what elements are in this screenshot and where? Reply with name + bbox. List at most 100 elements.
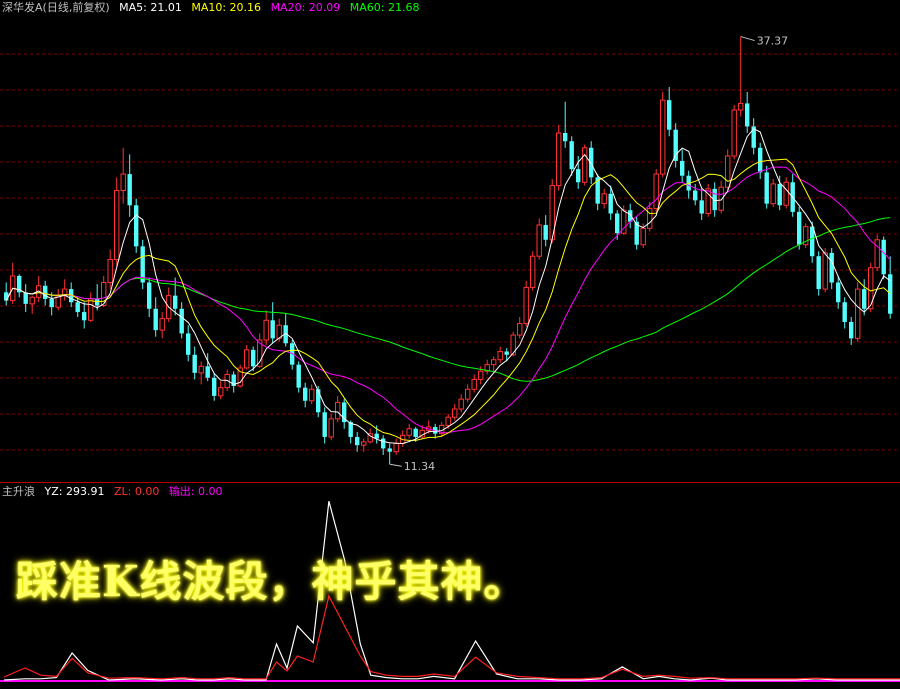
candle-body (816, 256, 821, 290)
candle-body (504, 351, 509, 355)
candle-body (458, 398, 464, 410)
candle-body (406, 428, 412, 436)
candle-body (829, 252, 834, 283)
candle-body (660, 99, 666, 175)
indicator-output: 输出: 0.00 (168, 485, 223, 498)
candle-body (576, 169, 581, 183)
candle-body (855, 288, 861, 339)
candle-body (836, 282, 841, 303)
candle-body (29, 296, 35, 305)
candle-body (523, 286, 529, 325)
candle-body (536, 224, 542, 257)
indicator-header: 主升浪 YZ: 293.91 ZL: 0.00 输出: 0.00 (2, 485, 229, 498)
candle-body (82, 312, 87, 321)
candle-body (127, 174, 132, 206)
candle-body (361, 441, 367, 446)
candle-body (471, 378, 477, 390)
candle-body (770, 183, 776, 205)
candle-body (205, 366, 210, 378)
candle-body (673, 129, 678, 161)
candle-body (134, 205, 139, 247)
candle-body (797, 211, 802, 245)
candle-body (322, 412, 327, 437)
candle-body (725, 155, 731, 188)
candle-body (497, 351, 503, 361)
candle-body (179, 308, 184, 334)
indicator-zl: ZL: 0.00 (113, 485, 160, 498)
candle-body (114, 190, 120, 260)
candle-body (693, 190, 698, 201)
candle-body (452, 408, 458, 418)
candle-body (88, 298, 94, 321)
candle-body (218, 387, 224, 397)
high-label: 37.37 (757, 35, 789, 48)
ma10-line (5, 158, 891, 441)
candle-body (680, 160, 685, 176)
candle-body (731, 109, 737, 157)
candle-body (153, 308, 158, 331)
candle-body (881, 239, 886, 275)
candle-body (107, 259, 113, 283)
candle-body (49, 298, 54, 308)
low-marker-line (389, 463, 402, 467)
high-marker-line (740, 36, 755, 42)
candle-body (640, 227, 646, 246)
candle-body (569, 141, 574, 170)
candle-body (653, 173, 659, 210)
candle-body (316, 389, 321, 413)
caption-overlay: 踩准K线波段，神乎其神。 (16, 557, 527, 606)
candle-body (198, 365, 204, 374)
candle-body (303, 387, 308, 401)
candle-body (212, 377, 217, 396)
ma60-line (5, 217, 891, 382)
candle-body (608, 193, 613, 214)
candle-body (381, 438, 386, 449)
candle-body (387, 448, 392, 452)
candle-body (393, 443, 399, 453)
candle-body (43, 285, 48, 299)
stock-name: 深华发A (2, 1, 43, 14)
candle-body (296, 364, 301, 388)
candle-body (95, 298, 100, 306)
candle-body (738, 102, 744, 111)
candle-body (862, 289, 867, 309)
candle-body (556, 132, 562, 187)
candle-body (328, 418, 334, 438)
candle-body (589, 147, 594, 178)
candle-body (758, 147, 763, 173)
candle-body (270, 320, 275, 339)
candle-body (745, 103, 750, 127)
candle-body (413, 428, 418, 437)
indicator-name: 主升浪 (2, 485, 35, 498)
candle-body (530, 255, 536, 288)
candle-body (75, 302, 80, 313)
candle-body (842, 302, 847, 322)
candle-body (355, 436, 360, 446)
low-label: 11.34 (404, 460, 436, 473)
candle-body (543, 225, 548, 240)
candle-body (120, 173, 126, 191)
candle-body (783, 181, 789, 206)
candle-body (582, 147, 588, 183)
candle-body (147, 282, 152, 309)
candle-body (517, 323, 523, 336)
candle-body (874, 239, 880, 269)
candle-body (491, 359, 497, 366)
candle-body (23, 292, 28, 304)
candle-body (849, 321, 854, 339)
ma5-line (5, 128, 891, 445)
ma20-value: MA20: 20.09 (270, 1, 341, 14)
period-label: (日线,前复权) (42, 1, 110, 14)
ma60-value: MA60: 21.68 (349, 1, 420, 14)
candle-body (699, 200, 704, 214)
candle-body (186, 333, 191, 355)
candle-body (4, 292, 9, 301)
candle-body (263, 319, 269, 341)
candle-body (309, 388, 315, 402)
ma20-line (5, 166, 891, 434)
candle-body (764, 172, 769, 204)
candle-body (601, 193, 607, 205)
candle-body (615, 213, 620, 234)
candle-body (374, 433, 379, 439)
candle-body (244, 349, 250, 369)
